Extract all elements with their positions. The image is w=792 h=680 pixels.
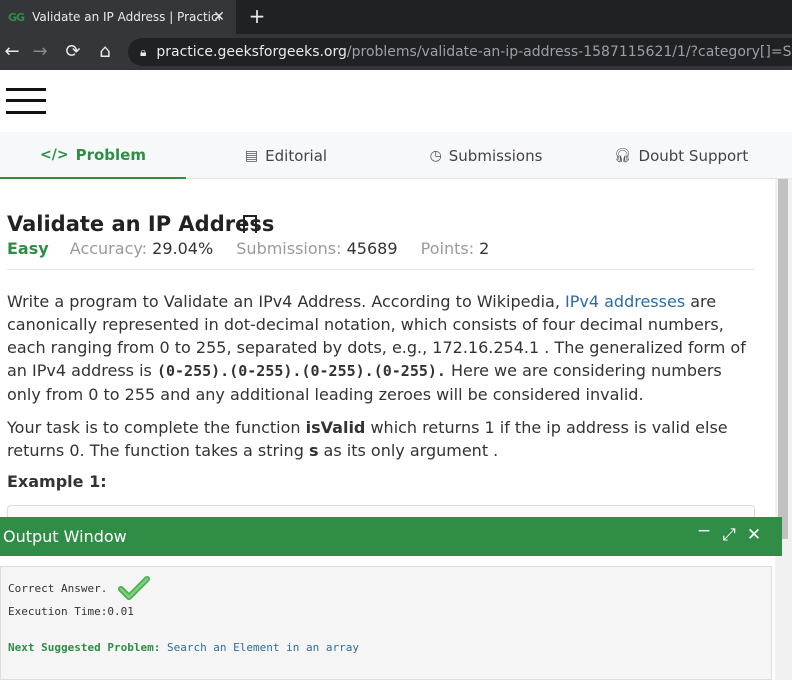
problem-title: Validate an IP Address	[7, 212, 275, 236]
checkmark-icon	[118, 576, 150, 600]
output-window-header: Output Window − ⤢ ✕	[0, 517, 782, 556]
accuracy-label: Accuracy:	[69, 239, 148, 258]
result-text: Correct Answer.	[8, 582, 108, 595]
tab-doubt-support[interactable]: 🎧︎ Doubt Support	[586, 132, 776, 179]
function-name: isValid	[305, 418, 366, 437]
url-text: practice.geeksforgeeks.org/problems/vali…	[156, 44, 792, 60]
browser-tab-title: Validate an IP Address | Practice	[32, 10, 221, 24]
submissions-label: Submissions:	[236, 239, 342, 258]
scrollbar-thumb[interactable]	[778, 179, 788, 539]
divider	[7, 269, 755, 270]
code-icon: </>	[40, 146, 69, 163]
tab-editorial[interactable]: ▤ Editorial	[186, 132, 386, 179]
lock-icon: 🔒︎	[140, 44, 147, 59]
execution-time: Execution Time:0.01	[8, 605, 134, 618]
reload-icon[interactable]: ⟳	[61, 40, 85, 64]
browser-tab-bar: GG Validate an IP Address | Practice ✕ +	[0, 0, 792, 34]
browser-toolbar: ← → ⟳ ⌂ 🔒︎ practice.geeksforgeeks.org/pr…	[0, 34, 792, 70]
document-icon: ▤	[244, 147, 259, 164]
tab-problem[interactable]: </> Problem	[0, 132, 186, 179]
ipv4-link[interactable]: IPv4 addresses	[565, 292, 685, 311]
problem-tabs: </> Problem ▤ Editorial ◷ Submissions 🎧︎…	[0, 132, 792, 179]
next-problem-link[interactable]: Search an Element in an array	[167, 641, 359, 654]
submissions-value: 45689	[346, 239, 398, 258]
new-tab-icon[interactable]: +	[246, 5, 268, 27]
difficulty-badge: Easy	[7, 239, 49, 258]
site-header	[0, 70, 792, 132]
ip-format-code: (0-255).(0-255).(0-255).(0-255).	[156, 362, 446, 380]
close-tab-icon[interactable]: ✕	[210, 8, 228, 26]
bookmark-icon[interactable]	[243, 215, 257, 234]
close-icon[interactable]: ✕	[743, 523, 765, 547]
gfg-favicon-icon: GG	[8, 10, 25, 24]
points-value: 2	[479, 239, 490, 258]
home-icon[interactable]: ⌂	[93, 40, 117, 64]
content-scrollbar[interactable]	[775, 179, 792, 680]
problem-description: Write a program to Validate an IPv4 Addr…	[7, 292, 746, 404]
expand-icon[interactable]: ⤢	[718, 523, 740, 547]
next-suggested: Next Suggested Problem: Search an Elemen…	[8, 641, 359, 654]
task-description: Your task is to complete the function is…	[7, 418, 728, 460]
tab-submissions[interactable]: ◷ Submissions	[386, 132, 586, 179]
forward-arrow-icon[interactable]: →	[28, 40, 52, 64]
output-window-title: Output Window	[3, 527, 127, 546]
headset-icon: 🎧︎	[613, 147, 632, 164]
output-window-body: Correct Answer. Execution Time:0.01 Next…	[0, 566, 772, 680]
points-label: Points:	[420, 239, 475, 258]
hamburger-menu-icon[interactable]	[6, 88, 46, 114]
accuracy-value: 29.04%	[152, 239, 214, 258]
clock-icon: ◷	[429, 147, 442, 164]
browser-tab[interactable]: GG Validate an IP Address | Practice ✕	[0, 0, 236, 34]
minimize-icon[interactable]: −	[693, 519, 715, 543]
address-bar[interactable]: 🔒︎ practice.geeksforgeeks.org/problems/v…	[128, 38, 792, 66]
next-suggested-label: Next Suggested Problem:	[8, 641, 161, 654]
example-heading: Example 1:	[7, 472, 107, 491]
back-arrow-icon[interactable]: ←	[0, 40, 24, 64]
problem-meta: Easy Accuracy: 29.04% Submissions: 45689…	[7, 239, 507, 258]
